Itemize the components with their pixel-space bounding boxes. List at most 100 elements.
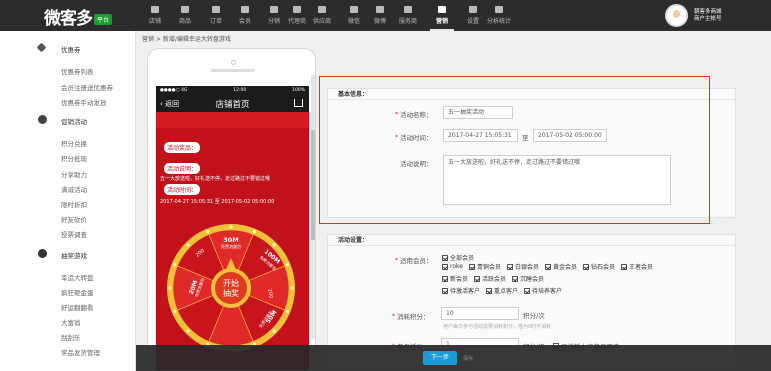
sidebar-item-flip-cards[interactable]: 好运翻翻看 [61, 302, 94, 312]
store-icon [151, 6, 159, 13]
points-hint: 用户每次参与活动需要消耗积分，值为0时不消耗 [443, 324, 552, 330]
sidebar-item-scratch[interactable]: 刮刮乐 [61, 332, 81, 342]
member-option-3[interactable]: 黄金会员 [553, 262, 577, 271]
points-input[interactable]: 10 [441, 307, 519, 320]
checkbox[interactable] [442, 287, 448, 294]
wheel-prize-top-sub: 免费流量包 [221, 243, 241, 249]
member-option-2[interactable]: 白银会员 [515, 262, 539, 271]
highlight-box [319, 76, 710, 224]
save-hint: 保存 [463, 356, 474, 362]
checkbox[interactable] [442, 263, 448, 270]
member-option-0[interactable]: roke [450, 263, 463, 270]
checkbox[interactable] [583, 263, 590, 270]
points-unit: 积分/次 [523, 312, 545, 320]
checkbox[interactable] [486, 287, 493, 294]
checkbox[interactable] [545, 263, 551, 270]
member-option-1[interactable]: 青铜会员 [477, 262, 501, 271]
checkbox[interactable] [524, 287, 531, 294]
avatar[interactable] [665, 4, 688, 27]
nav-item-5[interactable]: 代理商 [283, 0, 311, 31]
sidebar-item-share-help[interactable]: 分享助力 [61, 169, 87, 179]
member-option-customer-1[interactable]: 重点客户 [494, 286, 518, 295]
wheel-light [173, 309, 177, 313]
sidebar-item-vote[interactable]: 投票调查 [61, 229, 87, 239]
brand-badge: 平台 [94, 13, 113, 25]
member-option-5[interactable]: 王者会员 [629, 262, 653, 271]
phone-titlebar: ‹ 返回 店铺首页 [156, 95, 309, 112]
nav-item-11[interactable]: 设置 [459, 0, 487, 31]
nav-item-9[interactable]: 服务商 [394, 0, 422, 31]
phone-scrollbar[interactable] [311, 75, 315, 339]
phone-banner [156, 112, 309, 128]
checkbox[interactable] [512, 275, 519, 282]
sidebar-item-full-reduce[interactable]: 满减活动 [61, 184, 87, 194]
nav-item-6[interactable]: 供应商 [308, 0, 336, 31]
sidebar-item-manual-coupon[interactable]: 优惠券手动发放 [61, 97, 107, 107]
nav-item-10[interactable]: 营销 [428, 0, 456, 31]
nav-item-8[interactable]: 微博 [366, 0, 394, 31]
sidebar-item-bargain[interactable]: 好友砍价 [61, 214, 87, 224]
signal-text: ●●●●○ 4G [160, 88, 188, 93]
member-option-4[interactable]: 钻石会员 [591, 262, 615, 271]
user-shop-name: 朝客多商城 [694, 8, 722, 15]
wheel-light [186, 243, 190, 247]
nav-label: 订单 [209, 18, 222, 25]
sidebar-item-lucky-wheel[interactable]: 幸运大转盘 [61, 272, 94, 282]
coupon-icon [36, 42, 47, 53]
wheel-light [290, 286, 294, 290]
phone-preview: ●●●●○ 4G 12:00 100% ‹ 返回 店铺首页 活动奖品： 活动说明… [147, 48, 316, 371]
next-step-button[interactable]: 下一步 [423, 351, 457, 365]
user-menu[interactable]: 朝客多商城 商户主帐号 [665, 3, 722, 28]
nav-label: 服务商 [398, 18, 417, 25]
lucky-wheel[interactable]: 开始 抽奖 30M 免费流量包 100M 免费流量包 20M 免费流量包 50M… [165, 222, 297, 354]
nav-item-1[interactable]: 商品 [171, 0, 199, 31]
sidebar-item-monopoly[interactable]: 大富翁 [61, 317, 81, 327]
desc-text: 五一大放送啦，好礼送不停，走过路过不要错过哦 [160, 176, 271, 182]
wheel-light [173, 263, 177, 267]
member-option-active-2[interactable]: 沉睡会员 [520, 274, 544, 283]
sidebar-item-points-exchange[interactable]: 积分兑换 [61, 138, 87, 148]
phone-scroll-thumb[interactable] [311, 130, 315, 240]
checkbox[interactable] [621, 263, 628, 270]
nav-item-0[interactable]: 店铺 [141, 0, 169, 31]
nav-item-2[interactable]: 订单 [202, 0, 230, 31]
nav-label: 会员 [238, 18, 251, 25]
nav-label: 营销 [435, 18, 448, 25]
sidebar-section-promo[interactable]: 促销活动 [61, 116, 87, 126]
sidebar-section-coupon[interactable]: 优惠券 [61, 44, 81, 54]
member-option-customer-0[interactable]: 待激活客户 [450, 286, 480, 295]
nav-item-3[interactable]: 会员 [231, 0, 259, 31]
member-option-active-1[interactable]: 活跃会员 [482, 274, 506, 283]
checkbox[interactable] [474, 275, 481, 282]
sidebar: 优惠券 优惠券列表 会员注册送优惠券 优惠券手动发放 促销活动 积分兑换 积分抵… [0, 31, 136, 371]
member-option-all[interactable]: 全部会员 [450, 253, 474, 262]
nav-label: 分析统计 [486, 18, 511, 25]
nav-item-12[interactable]: 分析统计 [485, 0, 513, 31]
nav-label: 店铺 [148, 18, 161, 25]
wheel-prize-top: 30M [223, 236, 239, 244]
sidebar-section-lottery[interactable]: 抽奖游戏 [61, 250, 87, 260]
checkbox[interactable] [506, 263, 513, 270]
checkbox[interactable] [442, 275, 448, 282]
sidebar-item-limited-discount[interactable]: 限时折扣 [61, 199, 87, 209]
checkbox[interactable] [468, 263, 475, 270]
phone-screen: ●●●●○ 4G 12:00 100% ‹ 返回 店铺首页 活动奖品： 活动说明… [156, 86, 309, 370]
sidebar-item-coupon-list[interactable]: 优惠券列表 [61, 66, 94, 76]
phone-camera [231, 60, 236, 65]
brand-logo[interactable]: 微客多 平台 [44, 6, 113, 29]
checkbox[interactable] [442, 254, 448, 261]
sidebar-item-register-coupon[interactable]: 会员注册送优惠券 [61, 82, 113, 92]
nav-item-7[interactable]: 微信 [340, 0, 368, 31]
member-row-3: 待激活客户 重点客户 待培养客户 [442, 286, 568, 295]
brand-name: 微客多 [44, 8, 93, 29]
member-option-customer-2[interactable]: 待培养客户 [532, 286, 562, 295]
wheel-light [252, 230, 256, 234]
member-row-2: 新会员 活跃会员 沉睡会员 [442, 274, 550, 283]
share-icon[interactable] [294, 99, 303, 107]
sidebar-item-golden-egg[interactable]: 疯狂砸金蛋 [61, 287, 94, 297]
member-option-active-0[interactable]: 新会员 [450, 274, 468, 283]
sidebar-item-prize-delivery[interactable]: 奖品发货管理 [61, 347, 100, 357]
sidebar-item-points-cash[interactable]: 积分抵现 [61, 153, 87, 163]
settings-icon [469, 6, 477, 13]
active-underline [430, 29, 454, 31]
